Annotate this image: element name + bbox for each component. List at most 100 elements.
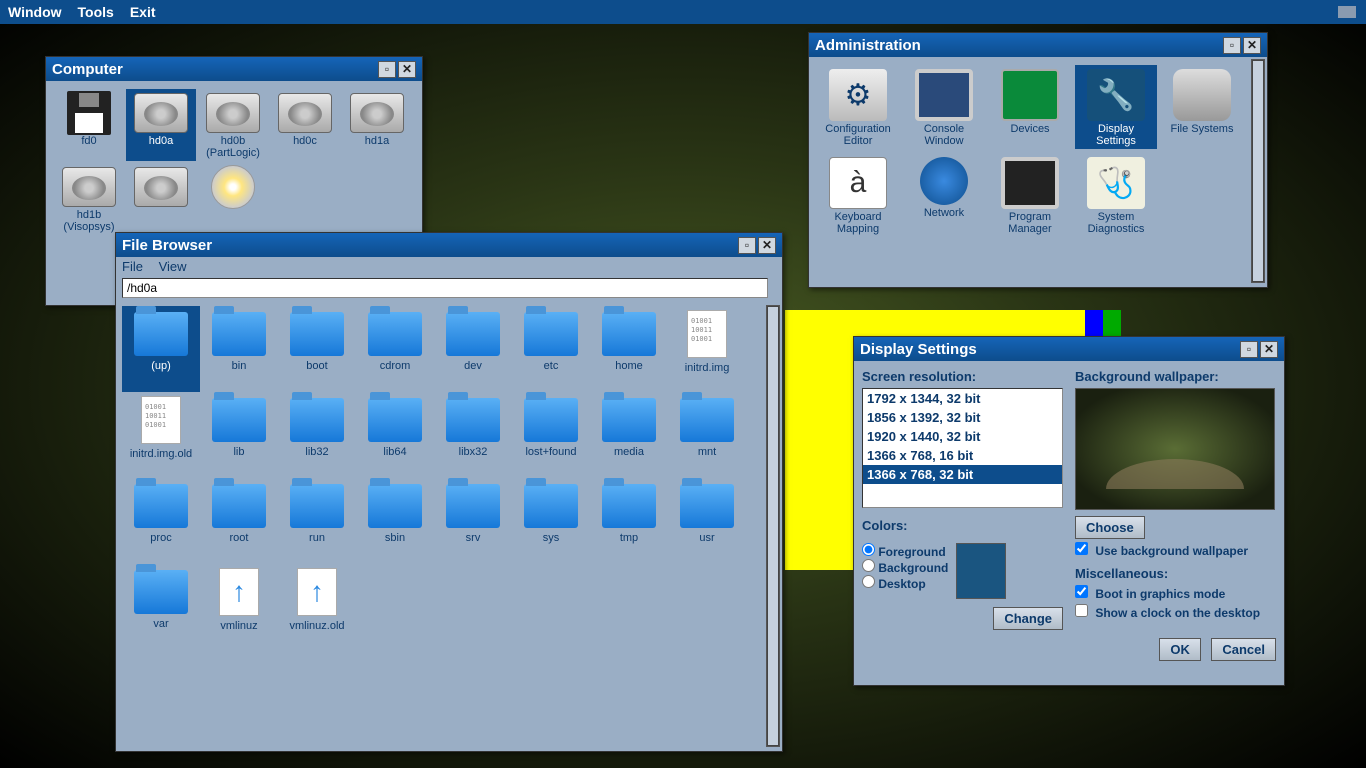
devices-icon [1001,69,1059,121]
ok-button[interactable]: OK [1159,638,1201,661]
drive-item[interactable]: hd1a [342,89,412,161]
menu-exit[interactable]: Exit [130,4,156,20]
checkbox-show-clock[interactable]: Show a clock on the desktop [1075,606,1260,620]
resolution-option[interactable]: 1366 x 768, 32 bit [863,465,1062,484]
resolution-option[interactable]: 1366 x 768, 16 bit [863,446,1062,465]
file-item[interactable]: var [122,564,200,650]
checkbox-use-wallpaper[interactable]: Use background wallpaper [1075,544,1248,558]
hdd-icon [134,167,188,207]
minimize-button[interactable]: ▫ [1223,37,1241,54]
drive-item[interactable]: hd0a [126,89,196,161]
file-item[interactable]: boot [278,306,356,392]
admin-item[interactable]: Program Manager [989,153,1071,237]
titlebar-administration[interactable]: Administration ▫ ✕ [809,33,1267,57]
menu-view[interactable]: View [159,259,187,274]
path-input[interactable] [122,278,768,298]
admin-item[interactable]: Console Window [903,65,985,149]
file-item[interactable]: lib32 [278,392,356,478]
file-item[interactable]: cdrom [356,306,434,392]
admin-item[interactable]: 🔧Display Settings [1075,65,1157,149]
file-item[interactable]: sbin [356,478,434,564]
minimize-button[interactable]: ▫ [738,237,756,254]
admin-item[interactable]: Network [903,153,985,237]
titlebar-file-browser[interactable]: File Browser ▫ ✕ [116,233,782,257]
file-item[interactable]: lib [200,392,278,478]
radio-background[interactable]: Background [862,559,948,575]
cd-icon [211,165,255,209]
radio-foreground[interactable]: Foreground [862,543,948,559]
drive-item[interactable]: hd1b (Visopsys) [54,163,124,235]
file-item[interactable]: vmlinuz.old [278,564,356,650]
file-label: cdrom [358,360,432,372]
file-item[interactable]: root [200,478,278,564]
drive-item[interactable]: hd0c [270,89,340,161]
admin-item[interactable]: ⚙Configuration Editor [817,65,899,149]
drive-item[interactable] [126,163,196,235]
file-label: sbin [358,532,432,544]
file-item[interactable]: vmlinuz [200,564,278,650]
kbd-icon: à [829,157,887,209]
folder-icon [290,484,344,528]
menu-tools[interactable]: Tools [78,4,114,20]
folder-icon [446,312,500,356]
close-button[interactable]: ✕ [758,237,776,254]
file-item[interactable]: lib64 [356,392,434,478]
admin-grid: ⚙Configuration EditorConsole WindowDevic… [813,61,1263,241]
file-item[interactable]: bin [200,306,278,392]
drive-label: hd1a [344,135,410,147]
admin-item[interactable]: Devices [989,65,1071,149]
file-item[interactable]: mnt [668,392,746,478]
file-item[interactable]: dev [434,306,512,392]
folder-icon [368,484,422,528]
minimized-indicator[interactable] [1338,6,1356,18]
folder-icon [524,312,578,356]
close-button[interactable]: ✕ [1260,341,1278,358]
drive-item[interactable]: hd0b (PartLogic) [198,89,268,161]
minimize-button[interactable]: ▫ [1240,341,1258,358]
resolution-option[interactable]: 1856 x 1392, 32 bit [863,408,1062,427]
resolution-list[interactable]: 1792 x 1344, 32 bit1856 x 1392, 32 bit19… [862,388,1063,508]
file-item[interactable]: usr [668,478,746,564]
minimize-button[interactable]: ▫ [378,61,396,78]
file-item[interactable]: run [278,478,356,564]
file-item[interactable]: sys [512,478,590,564]
file-item[interactable]: proc [122,478,200,564]
resolution-option[interactable]: 1920 x 1440, 32 bit [863,427,1062,446]
file-item[interactable]: 01001 10011 01001initrd.img [668,306,746,392]
scrollbar[interactable] [766,305,780,747]
drive-item[interactable] [198,163,268,235]
close-button[interactable]: ✕ [1243,37,1261,54]
file-item[interactable]: etc [512,306,590,392]
titlebar-display-settings[interactable]: Display Settings ▫ ✕ [854,337,1284,361]
file-item[interactable]: 01001 10011 01001initrd.img.old [122,392,200,478]
resolution-option[interactable]: 1792 x 1344, 32 bit [863,389,1062,408]
folder-icon [602,312,656,356]
admin-item[interactable]: File Systems [1161,65,1243,149]
folder-icon [212,398,266,442]
folder-icon [368,312,422,356]
menu-file[interactable]: File [122,259,143,274]
file-label: lib64 [358,446,432,458]
file-item[interactable]: tmp [590,478,668,564]
scrollbar[interactable] [1251,59,1265,283]
admin-item[interactable]: 🩺System Diagnostics [1075,153,1157,237]
change-button[interactable]: Change [993,607,1063,630]
file-item[interactable]: lost+found [512,392,590,478]
file-item[interactable]: home [590,306,668,392]
file-item[interactable]: srv [434,478,512,564]
cancel-button[interactable]: Cancel [1211,638,1276,661]
titlebar-computer[interactable]: Computer ▫ ✕ [46,57,422,81]
file-item[interactable]: (up) [122,306,200,392]
menu-window[interactable]: Window [8,4,62,20]
choose-button[interactable]: Choose [1075,516,1145,539]
admin-item[interactable]: àKeyboard Mapping [817,153,899,237]
wallpaper-label: Background wallpaper: [1075,369,1276,384]
file-label: initrd.img [670,362,744,374]
close-button[interactable]: ✕ [398,61,416,78]
checkbox-boot-graphics[interactable]: Boot in graphics mode [1075,587,1225,601]
color-swatch [956,543,1006,599]
file-item[interactable]: libx32 [434,392,512,478]
radio-desktop[interactable]: Desktop [862,575,948,591]
drive-item[interactable]: fd0 [54,89,124,161]
file-item[interactable]: media [590,392,668,478]
